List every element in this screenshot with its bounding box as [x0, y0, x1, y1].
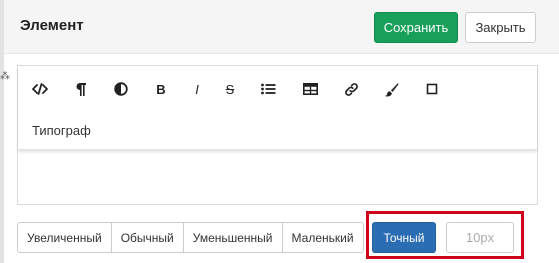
- italic-icon[interactable]: I: [183, 78, 211, 100]
- code-view-icon[interactable]: [26, 78, 54, 100]
- size-small-button[interactable]: Маленький: [281, 222, 364, 253]
- size-normal-button[interactable]: Обычный: [110, 222, 184, 253]
- typograf-dropdown[interactable]: Типограф: [32, 123, 91, 138]
- exact-size-input[interactable]: [446, 222, 514, 253]
- table-icon[interactable]: [296, 78, 324, 100]
- brush-icon[interactable]: [377, 78, 405, 100]
- strikethrough-icon[interactable]: S: [216, 78, 244, 100]
- modal-header: Элемент Сохранить Закрыть: [4, 0, 559, 54]
- bullet-list-icon[interactable]: [254, 78, 282, 100]
- background-mark: ⁂: [0, 71, 10, 82]
- font-size-button-group: Увеличенный Обычный Уменьшенный Маленьки…: [17, 222, 364, 253]
- size-reduced-button[interactable]: Уменьшенный: [182, 222, 283, 253]
- modal-title: Элемент: [20, 17, 84, 34]
- link-icon[interactable]: [337, 78, 365, 100]
- size-exact-button[interactable]: Точный: [372, 222, 436, 253]
- rich-text-editor: B I S Типограф: [17, 65, 538, 205]
- size-large-button[interactable]: Увеличенный: [17, 222, 112, 253]
- save-button[interactable]: Сохранить: [374, 12, 458, 43]
- close-button[interactable]: Закрыть: [465, 12, 536, 43]
- bold-icon[interactable]: B: [147, 78, 175, 100]
- square-icon[interactable]: [418, 78, 446, 100]
- contrast-icon[interactable]: [107, 78, 135, 100]
- editor-toolbar: B I S Типограф: [18, 66, 537, 150]
- paragraph-icon[interactable]: [67, 78, 95, 100]
